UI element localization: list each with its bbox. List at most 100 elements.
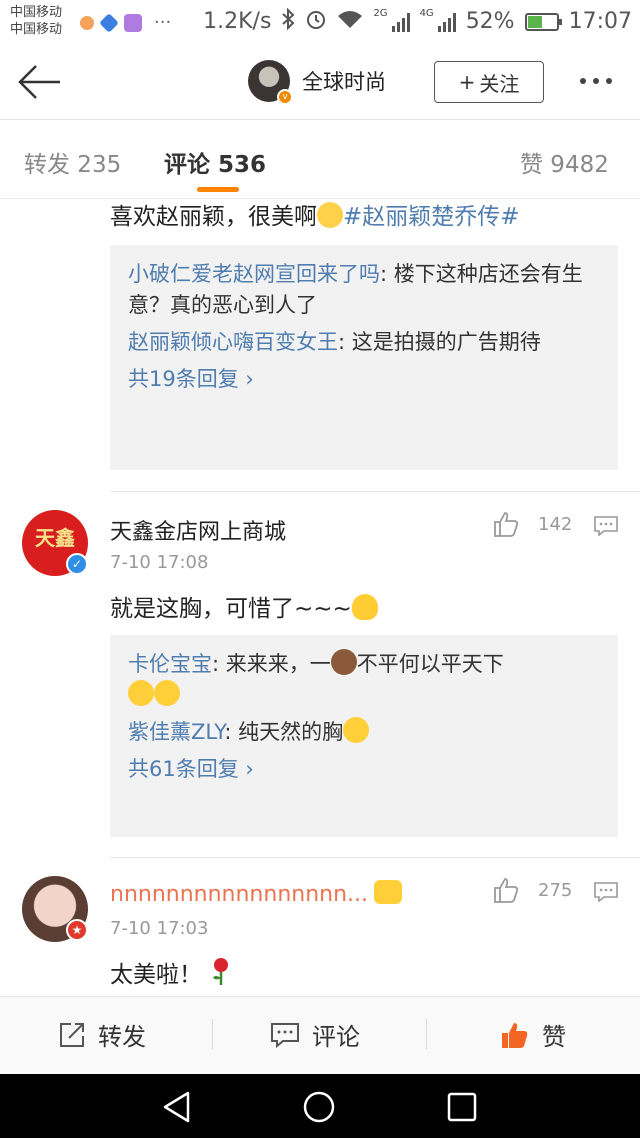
repost-button[interactable]: 转发 bbox=[58, 1017, 146, 1052]
share-icon bbox=[60, 1022, 84, 1047]
like-count: 275 bbox=[538, 879, 573, 901]
gallery-notification-icon bbox=[124, 13, 142, 32]
thumbs-up-icon bbox=[494, 878, 519, 903]
back-arrow-icon bbox=[18, 65, 60, 99]
carrier-labels: 中国移动 中国移动 bbox=[10, 4, 62, 38]
reply-preview-box[interactable]: 卡伦宝宝: 来来来，一 不平何以平天下 紫佳薰ZLY: 纯天然的胸 共61条回复 … bbox=[110, 635, 618, 837]
shrug-emoji-icon bbox=[351, 594, 378, 620]
account-header[interactable]: v 全球时尚 bbox=[248, 60, 386, 105]
network-2g-label: 2G bbox=[373, 8, 388, 19]
repost-label: 转发 bbox=[98, 1023, 146, 1051]
signal-4g-icon bbox=[437, 12, 456, 32]
bear-emoji-icon bbox=[330, 649, 357, 675]
tab-repost[interactable]: 转发 235 bbox=[24, 145, 121, 179]
like-label: 赞 bbox=[542, 1023, 566, 1051]
vip-badge-icon: ★ bbox=[66, 919, 88, 941]
reply-username[interactable]: 赵丽颖倾心嗨百变女王 bbox=[128, 330, 338, 354]
bluetooth-icon bbox=[281, 7, 295, 35]
comment-label: 评论 bbox=[312, 1023, 360, 1051]
comment-text: 就是这胸，可惜了~~~ bbox=[110, 592, 378, 626]
alarm-icon bbox=[305, 8, 327, 35]
action-divider bbox=[212, 1019, 213, 1049]
reply-text: : 来来来，一 bbox=[212, 652, 331, 676]
like-count: 142 bbox=[538, 513, 573, 535]
reply-item[interactable]: 紫佳薰ZLY: 纯天然的胸 bbox=[128, 717, 600, 748]
account-avatar[interactable]: v bbox=[248, 60, 293, 105]
like-button[interactable]: 275 bbox=[492, 876, 572, 904]
grimace-emoji-icon bbox=[154, 680, 180, 706]
signal-2g-icon bbox=[391, 12, 410, 32]
crown-emoji-icon bbox=[374, 880, 402, 904]
app-notification-icon bbox=[80, 15, 94, 30]
avatar-logo-text: 天鑫 bbox=[35, 526, 75, 550]
grimace-emoji-icon bbox=[128, 680, 154, 706]
reply-icon[interactable] bbox=[594, 516, 618, 536]
detail-tabs: 转发 235 评论 536 赞 9482 bbox=[0, 121, 640, 199]
battery-icon bbox=[524, 12, 562, 31]
comment-divider bbox=[110, 857, 640, 858]
comment-icon bbox=[271, 1022, 299, 1048]
carrier-2: 中国移动 bbox=[10, 22, 63, 37]
comment-author[interactable]: 天鑫金店网上商城 bbox=[110, 514, 286, 546]
plus-icon: + bbox=[458, 70, 476, 94]
reply-item[interactable]: 赵丽颖倾心嗨百变女王: 这是拍摄的广告期待 bbox=[128, 327, 600, 358]
tab-comments[interactable]: 评论 536 bbox=[164, 145, 266, 179]
comment-body: 就是这胸，可惜了~~~ bbox=[110, 596, 352, 622]
comment-time: 7-10 17:03 bbox=[110, 918, 209, 939]
system-back-icon[interactable] bbox=[160, 1090, 194, 1124]
rose-emoji-icon bbox=[213, 958, 229, 985]
chevron-right-icon: › bbox=[245, 757, 254, 781]
reply-icon[interactable] bbox=[594, 882, 618, 902]
top-nav-bar: v 全球时尚 + 关注 bbox=[0, 44, 640, 120]
like-post-button[interactable]: 赞 bbox=[500, 1017, 566, 1052]
reply-username[interactable]: 小破仁爱老赵网宣回来了吗 bbox=[128, 262, 380, 286]
active-tab-indicator bbox=[197, 187, 239, 192]
account-name[interactable]: 全球时尚 bbox=[302, 66, 386, 96]
view-all-replies-link[interactable]: 共19条回复 › bbox=[128, 364, 600, 394]
reply-preview-box[interactable]: 小破仁爱老赵网宣回来了吗: 楼下这种店还会有生意？真的恶心到人了 赵丽颖倾心嗨百… bbox=[110, 245, 618, 470]
comment-button[interactable]: 评论 bbox=[270, 1017, 360, 1052]
bottom-action-bar: 转发 评论 赞 bbox=[0, 996, 640, 1074]
reply-text: : 这是拍摄的广告期待 bbox=[338, 330, 541, 354]
verified-badge-icon: v bbox=[277, 89, 293, 105]
reply-username[interactable]: 紫佳薰ZLY bbox=[128, 720, 224, 744]
clock: 17:07 bbox=[568, 9, 632, 34]
view-all-replies-link[interactable]: 共61条回复 › bbox=[128, 754, 600, 784]
reply-username[interactable]: 卡伦宝宝 bbox=[128, 652, 212, 676]
carrier-1: 中国移动 bbox=[10, 5, 63, 20]
comment-author[interactable]: nnnnnnnnnnnnnnnnn... bbox=[110, 882, 368, 907]
status-indicators: 1.2K/s 2G 4G 52% 17:07 bbox=[203, 7, 632, 35]
system-navigation-bar bbox=[0, 1074, 640, 1138]
network-4g-label: 4G bbox=[419, 8, 434, 19]
comment-body: 太美啦！ bbox=[110, 962, 202, 988]
battery-level bbox=[527, 15, 543, 28]
drool-emoji-icon bbox=[317, 202, 343, 228]
more-options-icon[interactable] bbox=[580, 78, 612, 84]
verified-badge-icon: ✓ bbox=[66, 553, 88, 575]
like-button[interactable]: 142 bbox=[492, 510, 572, 538]
action-divider bbox=[426, 1019, 427, 1049]
comment-text: 喜欢赵丽颖，很美啊 #赵丽颖楚乔传# bbox=[110, 200, 520, 234]
follow-button[interactable]: + 关注 bbox=[434, 61, 544, 103]
status-bar: 中国移动 中国移动 ··· 1.2K/s 2G 4G 52% 17:07 bbox=[0, 0, 640, 44]
notification-icons: ··· bbox=[80, 12, 171, 33]
reply-item[interactable]: 卡伦宝宝: 来来来，一 不平何以平天下 bbox=[128, 649, 600, 711]
reply-item[interactable]: 小破仁爱老赵网宣回来了吗: 楼下这种店还会有生意？真的恶心到人了 bbox=[128, 259, 600, 321]
comment-time: 7-10 17:08 bbox=[110, 552, 209, 573]
system-recents-icon[interactable] bbox=[446, 1091, 478, 1123]
battery-percent: 52% bbox=[465, 9, 515, 34]
thumbs-up-icon bbox=[494, 512, 519, 537]
wifi-icon bbox=[337, 9, 363, 34]
thumbs-up-filled-icon bbox=[502, 1022, 528, 1048]
chevron-right-icon: › bbox=[245, 367, 254, 391]
system-home-icon[interactable] bbox=[302, 1090, 336, 1124]
app-notification-icon bbox=[99, 12, 119, 33]
back-button[interactable] bbox=[16, 62, 64, 102]
tab-likes[interactable]: 赞 9482 bbox=[520, 145, 609, 179]
net-speed: 1.2K/s bbox=[203, 9, 272, 34]
more-notifications-icon: ··· bbox=[154, 12, 172, 33]
comment-list[interactable]: 喜欢赵丽颖，很美啊 #赵丽颖楚乔传# 小破仁爱老赵网宣回来了吗: 楼下这种店还会有… bbox=[0, 200, 640, 995]
follow-label: 关注 bbox=[479, 71, 520, 96]
comment-text: 太美啦！ bbox=[110, 956, 233, 992]
topic-link[interactable]: #赵丽颖楚乔传# bbox=[343, 204, 520, 230]
